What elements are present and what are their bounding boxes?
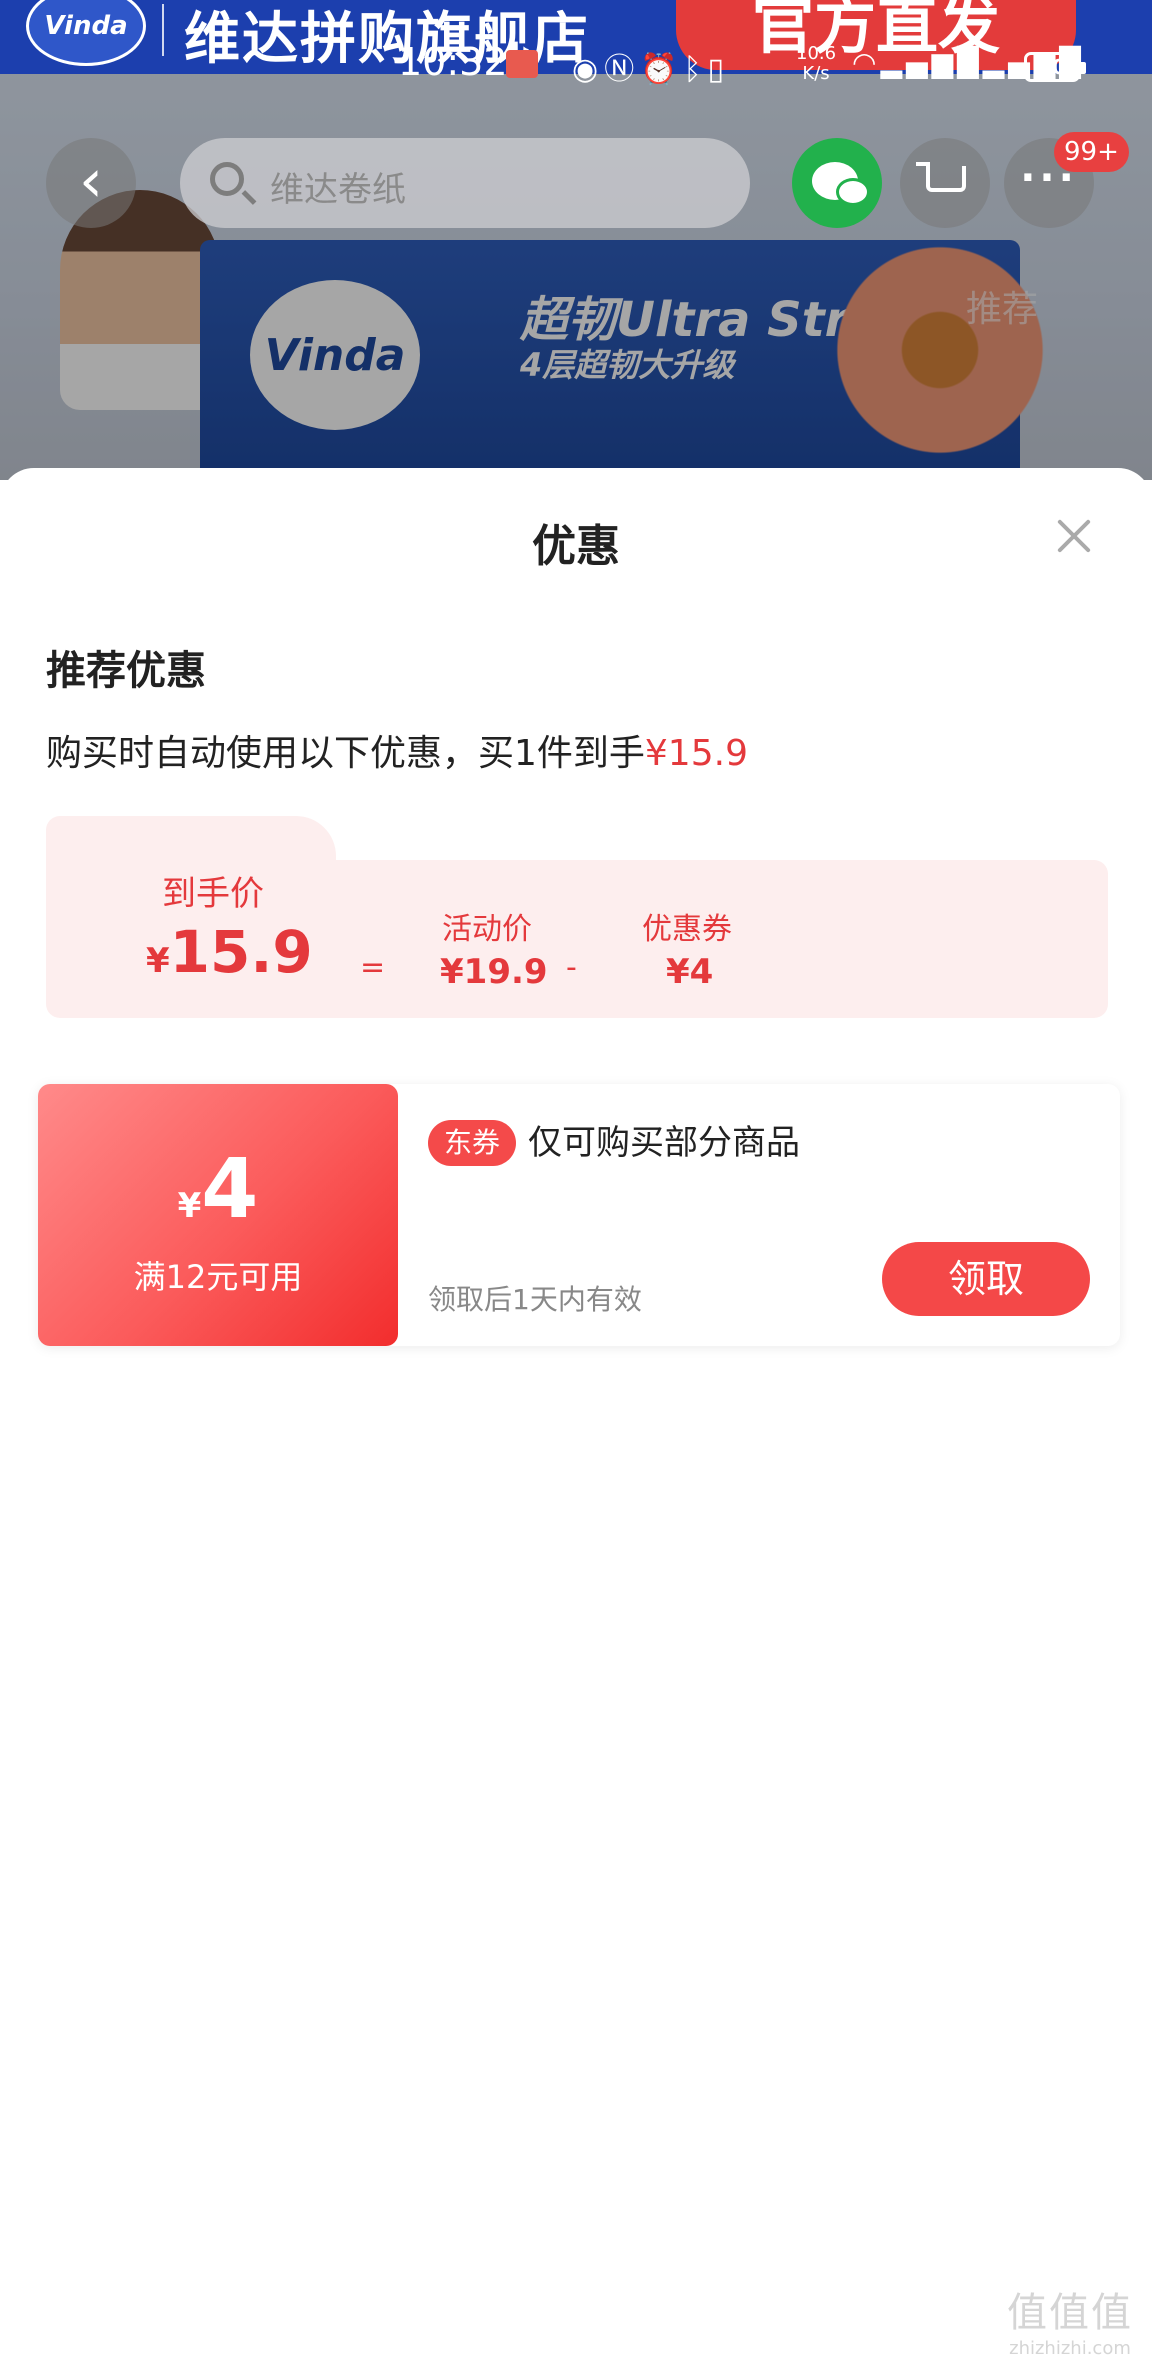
search-icon bbox=[210, 162, 244, 196]
net-speed-unit: K/s bbox=[802, 63, 830, 84]
section-title: 推荐优惠 bbox=[46, 648, 206, 694]
sheet-title: 优惠 bbox=[532, 521, 620, 572]
claim-coupon-button[interactable]: 领取 bbox=[882, 1242, 1090, 1316]
alarm-icon: ⏰ bbox=[640, 52, 684, 87]
vibrate-icon: ▯ bbox=[707, 52, 731, 87]
net-speed: 10.6 K/s bbox=[796, 44, 836, 84]
coupon-value: ¥4 bbox=[38, 1142, 398, 1237]
coupon-value-panel: ¥4 满12元可用 bbox=[38, 1084, 398, 1346]
bluetooth-icon: ᛒ bbox=[683, 52, 708, 87]
watermark-text: zhizhizhi.com bbox=[1009, 2338, 1131, 2359]
coupon-condition: 满12元可用 bbox=[133, 1258, 303, 1296]
app-notification-icon bbox=[506, 50, 538, 78]
cart-icon bbox=[926, 166, 966, 192]
coupon-type-badge: 东券 bbox=[428, 1120, 517, 1166]
search-placeholder: 维达卷纸 bbox=[270, 170, 406, 210]
status-time: 10:32 bbox=[398, 40, 508, 84]
activity-price-label: 活动价 bbox=[442, 912, 532, 947]
watermark: 值值值 zhizhizhi.com bbox=[1000, 2280, 1140, 2359]
modal-overlay[interactable] bbox=[0, 74, 1152, 480]
final-price-label: 到手价 bbox=[162, 874, 264, 914]
final-price-value: 15.9 bbox=[169, 918, 313, 986]
minus-sign: - bbox=[566, 950, 577, 985]
cart-button[interactable] bbox=[900, 138, 990, 228]
back-button[interactable]: ‹ bbox=[46, 138, 136, 228]
eye-icon: ◉ bbox=[572, 52, 605, 87]
close-icon[interactable] bbox=[1052, 514, 1096, 558]
signal-4g-icon: ▂▄▆█ bbox=[880, 46, 983, 79]
coupon-price-label: 优惠券 bbox=[642, 912, 732, 947]
wechat-icon-bubble bbox=[836, 178, 870, 206]
price-calculation: 到手价 ¥15.9 = 活动价 ¥19.9 - 优惠券 ¥4 bbox=[46, 816, 1108, 1018]
summary-text: 购买时自动使用以下优惠，买1件到手 bbox=[46, 733, 645, 774]
wechat-share-button[interactable] bbox=[792, 138, 882, 228]
net-speed-value: 10.6 bbox=[796, 43, 837, 64]
coupon-validity: 领取后1天内有效 bbox=[428, 1283, 642, 1316]
wifi-icon: ◠ bbox=[852, 46, 881, 79]
watermark-logo: 值值值 bbox=[1007, 2290, 1133, 2336]
discount-sheet: 优惠 推荐优惠 购买时自动使用以下优惠，买1件到手¥15.9 到手价 ¥15.9… bbox=[0, 468, 1152, 2376]
coupon-amount: 4 bbox=[201, 1142, 259, 1237]
coupon-description: 仅可购买部分商品 bbox=[528, 1123, 800, 1163]
activity-price: ¥19.9 bbox=[440, 952, 548, 992]
status-bar: 10:32 ◉Ⓝ⏰ᛒ▯ 10.6 K/s ◠▂▄▆█▂▄▆█ 70 bbox=[0, 0, 1152, 130]
summary-price: ¥15.9 bbox=[644, 733, 748, 774]
status-icons: ◉Ⓝ⏰ᛒ▯ bbox=[572, 44, 730, 88]
final-price: ¥15.9 bbox=[146, 918, 313, 986]
coupon-price: ¥4 bbox=[666, 952, 714, 992]
currency-symbol: ¥ bbox=[146, 941, 170, 981]
battery-icon: 70 bbox=[1024, 52, 1086, 82]
equals-sign: = bbox=[360, 950, 386, 985]
nfc-icon: Ⓝ bbox=[604, 52, 641, 87]
chevron-left-icon: ‹ bbox=[79, 146, 103, 216]
discount-summary: 购买时自动使用以下优惠，买1件到手¥15.9 bbox=[46, 724, 748, 776]
coupon-currency: ¥ bbox=[177, 1186, 202, 1226]
coupon-card: ¥4 满12元可用 东券 仅可购买部分商品 领取后1天内有效 领取 bbox=[38, 1084, 1120, 1346]
message-badge: 99+ bbox=[1054, 132, 1129, 172]
search-input[interactable]: 维达卷纸 bbox=[180, 138, 750, 228]
